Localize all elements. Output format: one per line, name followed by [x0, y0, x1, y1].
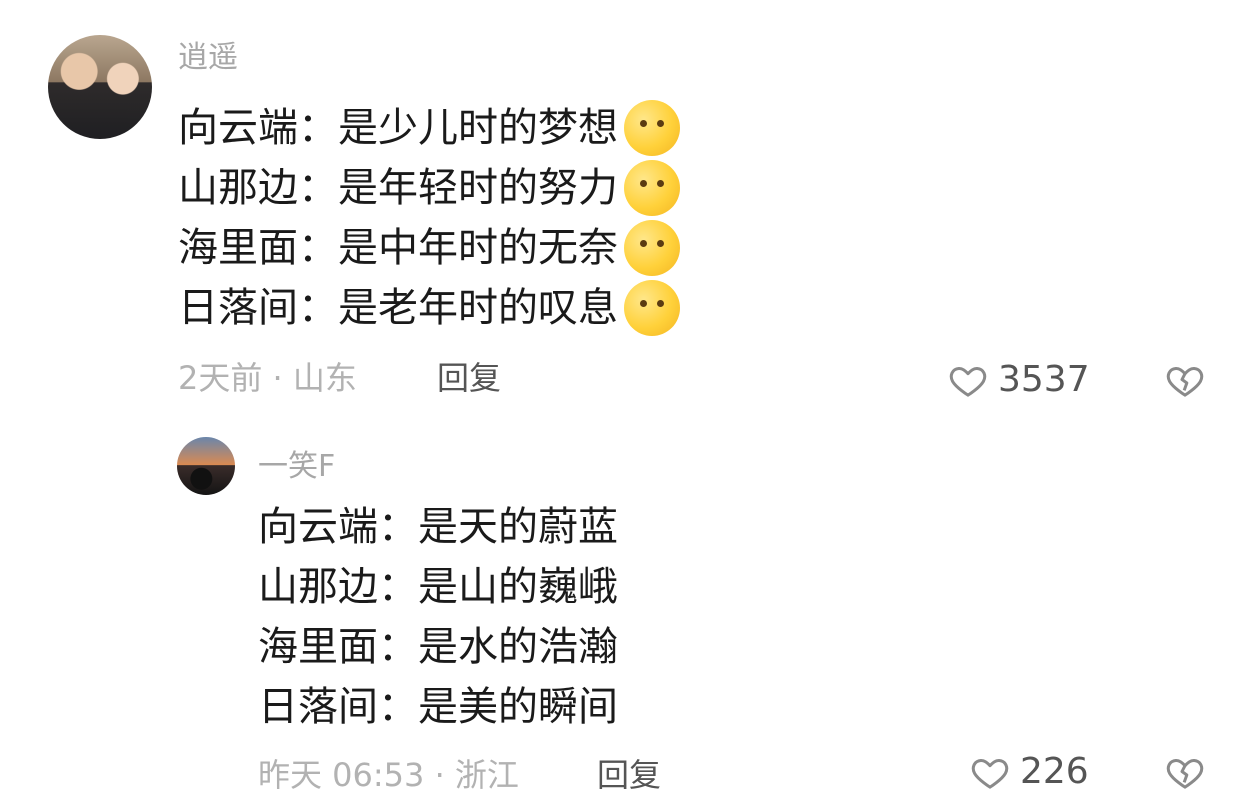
comment-line: 山那边：是山的巍峨: [258, 567, 618, 607]
comment-text: 海里面：是水的浩瀚: [258, 624, 618, 670]
reply-button[interactable]: 回复: [597, 759, 661, 791]
heart-icon[interactable]: [948, 361, 988, 401]
broken-heart-icon[interactable]: [1165, 753, 1205, 793]
avatar[interactable]: [177, 437, 235, 495]
thinking-emoji: [624, 100, 680, 156]
comment-text: 向云端：是少儿时的梦想: [178, 105, 618, 151]
comment-text: 海里面：是中年时的无奈: [178, 225, 618, 271]
comment-line: 日落间：是老年时的叹息: [178, 280, 680, 336]
comment-text: 山那边：是年轻时的努力: [178, 165, 618, 211]
comment-meta: 昨天 06:53 · 浙江: [258, 756, 519, 794]
like-count: 3537: [998, 359, 1090, 400]
heart-icon[interactable]: [970, 753, 1010, 793]
broken-heart-icon[interactable]: [1165, 361, 1205, 401]
comment-line: 山那边：是年轻时的努力: [178, 160, 680, 216]
rolling-eyes-emoji: [624, 220, 680, 276]
comment-line: 海里面：是中年时的无奈: [178, 220, 680, 276]
avatar[interactable]: [48, 35, 152, 139]
comment-text: 向云端：是天的蔚蓝: [258, 504, 618, 550]
pleading-emoji: [624, 280, 680, 336]
reply-button[interactable]: 回复: [437, 362, 501, 394]
like-count: 226: [1020, 751, 1089, 792]
comment-line: 海里面：是水的浩瀚: [258, 627, 618, 667]
comment-text: 山那边：是山的巍峨: [258, 564, 618, 610]
comment-author[interactable]: 逍遥: [178, 43, 238, 73]
comment-text: 日落间：是老年时的叹息: [178, 285, 618, 331]
wink-headband-emoji: [624, 160, 680, 216]
comment-line: 向云端：是天的蔚蓝: [258, 507, 618, 547]
comment-line: 日落间：是美的瞬间: [258, 687, 618, 727]
comment-line: 向云端：是少儿时的梦想: [178, 100, 680, 156]
comment-text: 日落间：是美的瞬间: [258, 684, 618, 730]
comment-author[interactable]: 一笑F: [258, 452, 335, 482]
comment-meta: 2天前 · 山东: [178, 359, 357, 397]
